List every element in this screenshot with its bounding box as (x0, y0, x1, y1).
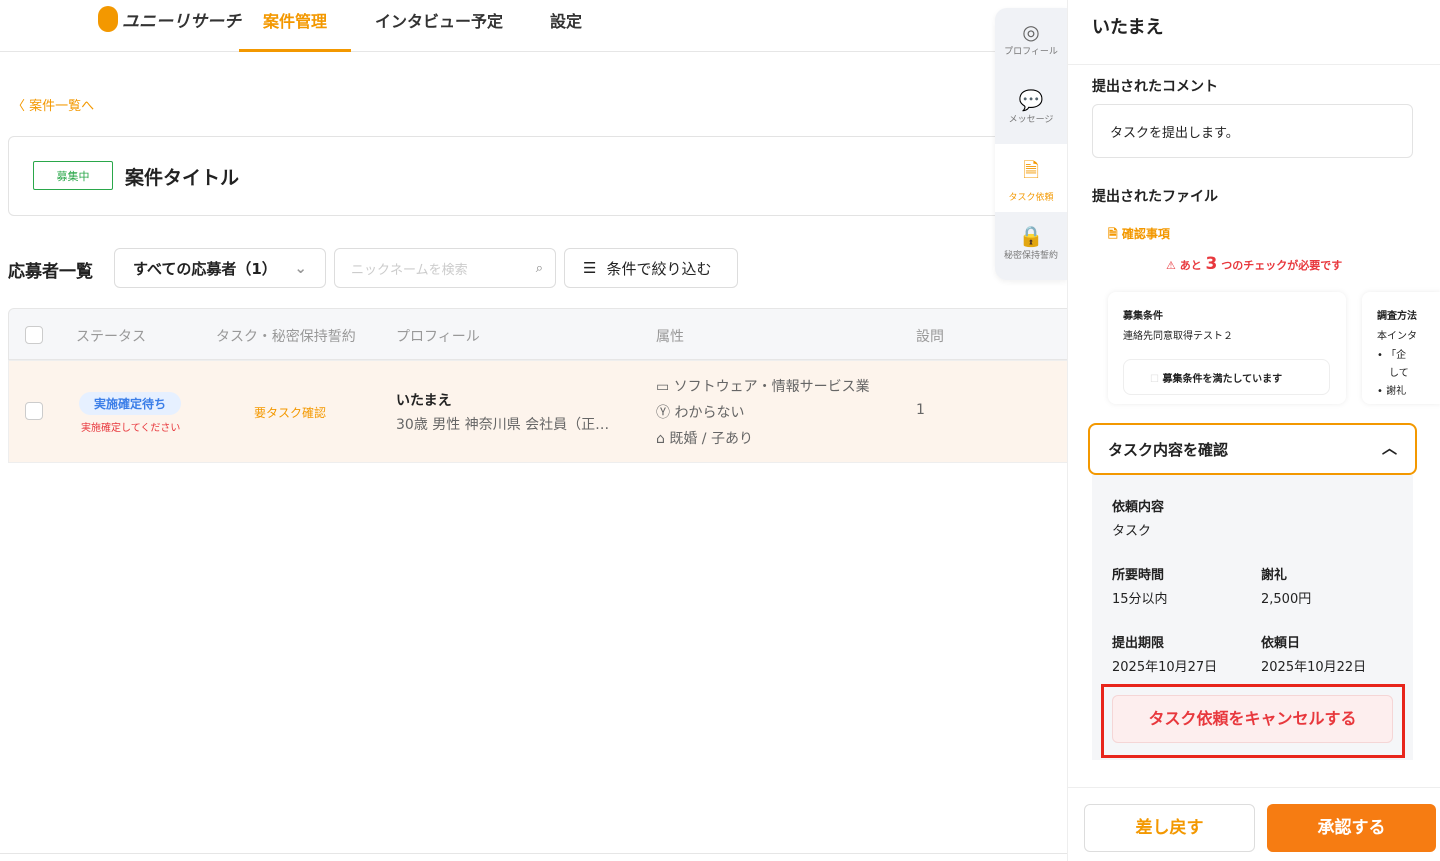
logo-icon (98, 6, 118, 32)
condition-checkbox[interactable]: ☐ 募集条件を満たしています (1123, 359, 1330, 395)
tab-profile[interactable]: ◎ プロフィール (995, 8, 1067, 76)
col-profile: プロフィール (396, 329, 480, 345)
divider (1068, 64, 1440, 65)
filter-button[interactable]: ☰ 条件で絞り込む (564, 248, 738, 288)
table-row[interactable]: 実施確定待ち 実施確定してください 要タスク確認 いたまえ 30歳 男性 神奈川… (8, 360, 1078, 463)
status-note: 実施確定してください (81, 423, 181, 434)
yen-icon: Ⓨ (656, 405, 675, 421)
footer-divider (0, 853, 1067, 854)
check-card-method: 調査方法 本インタ • 「企 して • 謝礼 (1362, 292, 1440, 404)
status-badge: 募集中 (33, 161, 113, 190)
row-checkbox[interactable] (25, 402, 43, 420)
user-circle-icon: ◎ (1022, 20, 1040, 44)
applicants-heading: 応募者一覧 (8, 262, 93, 282)
approve-button[interactable]: 承認する (1267, 804, 1436, 852)
back-link[interactable]: 〈 案件一覧へ (12, 95, 94, 114)
chat-bubble-icon: 💬 (1018, 88, 1044, 112)
home-icon: ⌂ (656, 431, 670, 447)
applicant-filter-select[interactable]: すべての応募者（1） ⌄ (114, 248, 326, 288)
sliders-icon: ☰ (583, 259, 597, 277)
answers-count: 1 (916, 402, 925, 418)
search-placeholder: ニックネームを検索 (351, 262, 468, 278)
warning-icon: ⚠ (1166, 259, 1180, 272)
files-label: 提出されたファイル (1092, 189, 1218, 205)
col-status: ステータス (76, 329, 146, 345)
back-label: 案件一覧へ (29, 99, 95, 114)
applicant-name[interactable]: いたまえ (396, 390, 452, 410)
comment-box: タスクを提出します。 (1092, 104, 1413, 158)
table-header: ステータス タスク・秘密保持誓約 プロフィール 属性 設問 (8, 308, 1078, 360)
lock-icon: 🔒 (1018, 224, 1044, 248)
applicant-panel: いたまえ 提出されたコメント タスクを提出します。 提出されたファイル 🗎 確認… (1067, 0, 1440, 861)
tab-nda[interactable]: 🔒 秘密保持誓約 (995, 212, 1067, 280)
tab-task-request[interactable]: 🗎 タスク依頼 (995, 144, 1067, 212)
page-title: 案件タイトル (125, 167, 240, 189)
task-accordion-header[interactable]: タスク内容を確認 ︿ (1088, 423, 1417, 475)
attr-industry: ▭ ソフトウェア・情報サービス業 (656, 379, 870, 395)
logo-text: ユニーリサーチ (122, 11, 241, 32)
chevron-left-icon: 〈 (12, 99, 30, 114)
cancel-task-button[interactable]: タスク依頼をキャンセルする (1112, 695, 1393, 743)
chevron-up-icon: ︿ (1381, 439, 1397, 457)
card-text: 連絡先同意取得テスト２ (1123, 331, 1233, 342)
search-input[interactable]: ニックネームを検索 ⌕ (334, 248, 556, 288)
status-pill: 実施確定待ち (79, 392, 182, 415)
panel-title: いたまえ (1092, 17, 1164, 38)
divider (1068, 787, 1440, 788)
briefcase-icon: ▭ (656, 379, 674, 395)
nav-active-indicator (239, 49, 351, 52)
file-link[interactable]: 🗎 確認事項 (1108, 225, 1170, 246)
nav-projects[interactable]: 案件管理 (263, 8, 327, 32)
search-icon: ⌕ (535, 260, 543, 276)
nav-interviews[interactable]: インタビュー予定 (375, 8, 503, 32)
check-warning: ⚠ あと 3 つのチェックが必要です (1166, 254, 1343, 274)
file-check-icon: 🗎 (1022, 158, 1040, 182)
col-questions: 設問 (916, 329, 944, 345)
attr-income: Ⓨ わからない (656, 405, 745, 421)
select-all-checkbox[interactable] (25, 326, 43, 344)
task-details: 依頼内容 タスク 所要時間 15分以内 謝礼 2,500円 提出期限 2025年… (1092, 475, 1413, 760)
col-attributes: 属性 (656, 329, 684, 345)
check-card-conditions: 募集条件 連絡先同意取得テスト２ ☐ 募集条件を満たしています (1108, 292, 1346, 404)
checkbox-icon: ☐ (1150, 374, 1163, 385)
task-status: 要タスク確認 (254, 406, 327, 420)
applicant-profile: 30歳 男性 神奈川県 会社員（正… (396, 417, 610, 433)
reject-button[interactable]: 差し戻す (1084, 804, 1255, 852)
file-icon: 🗎 (1108, 227, 1122, 241)
attr-family: ⌂ 既婚 / 子あり (656, 431, 753, 447)
select-value: すべての応募者（1） (133, 259, 277, 278)
comment-label: 提出されたコメント (1092, 79, 1218, 95)
col-task: タスク・秘密保持誓約 (216, 329, 356, 345)
tab-message[interactable]: 💬 メッセージ (995, 76, 1067, 144)
card-title: 募集条件 (1123, 311, 1163, 322)
logo[interactable]: ユニーリサーチ (98, 6, 241, 32)
chevron-down-icon: ⌄ (294, 259, 307, 277)
nav-settings[interactable]: 設定 (550, 8, 582, 32)
side-tabs: ◎ プロフィール 💬 メッセージ 🗎 タスク依頼 🔒 秘密保持誓約 (995, 8, 1067, 280)
filter-label: 条件で絞り込む (606, 259, 712, 278)
